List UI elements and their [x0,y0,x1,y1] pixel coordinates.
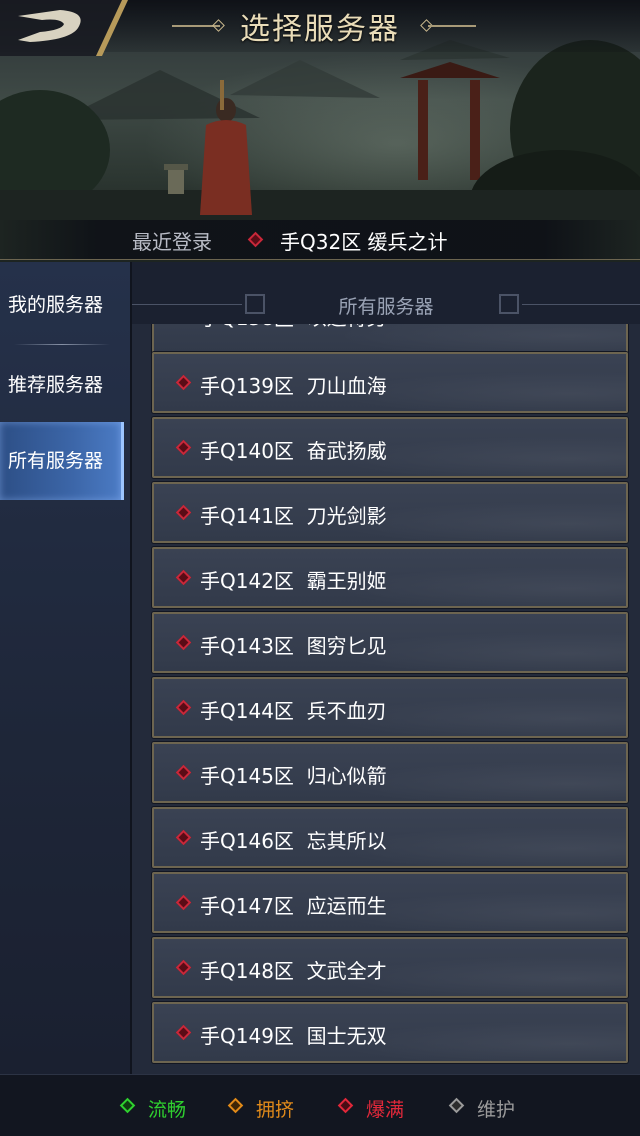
recent-login-bar[interactable]: 最近登录 手Q32区 缓兵之计 [0,220,640,260]
legend-item-crowded: 拥挤 [227,1095,295,1122]
server-row[interactable]: 手Q148区 文武全才 [152,937,628,998]
legend-diamond-icon [227,1097,244,1114]
server-row[interactable]: 手Q140区 奋武扬威 [152,417,628,478]
legend-label: 拥挤 [256,1099,295,1121]
server-row[interactable]: 手Q146区 忘其所以 [152,807,628,868]
sidebar-item-recommended-servers[interactable]: 推荐服务器 [0,346,124,424]
status-legend-bar: 流畅 拥挤 爆满 维护 [0,1074,640,1136]
status-diamond-icon [175,894,192,911]
status-diamond-icon [175,634,192,651]
server-label: 手Q141区 刀光剑影 [200,504,387,528]
server-list-panel[interactable]: 手Q138区 以逸待劳 所有服务器 手Q139区 刀山血海 手Q140区 奋武扬… [132,262,640,1074]
legend-diamond-icon [337,1097,354,1114]
server-row[interactable]: 手Q149区 国士无双 [152,1002,628,1063]
status-diamond-icon [247,231,264,248]
server-label: 手Q140区 奋武扬威 [200,439,387,463]
sidebar: 我的服务器 推荐服务器 所有服务器 [0,262,132,1074]
legend-diamond-icon [448,1097,465,1114]
sidebar-divider [14,344,110,345]
server-row[interactable]: 手Q143区 图穷匕见 [152,612,628,673]
legend-item-full: 爆满 [337,1095,405,1122]
status-diamond-icon [175,1024,192,1041]
server-label: 手Q148区 文武全才 [200,959,387,983]
status-diamond-icon [175,829,192,846]
legend-label: 爆满 [366,1099,405,1121]
status-diamond-icon [175,959,192,976]
server-label: 手Q142区 霸王别姬 [200,569,387,593]
server-label: 手Q144区 兵不血刃 [200,699,387,723]
status-diamond-icon [175,374,192,391]
server-label: 手Q139区 刀山血海 [200,374,387,398]
server-row[interactable]: 手Q145区 归心似箭 [152,742,628,803]
status-diamond-icon [175,569,192,586]
server-label: 手Q147区 应运而生 [200,894,387,918]
status-diamond-icon [175,764,192,781]
legend-label: 流畅 [148,1099,187,1121]
server-label: 手Q143区 图穷匕见 [200,634,387,658]
server-row[interactable]: 手Q139区 刀山血海 [152,352,628,413]
server-label: 手Q146区 忘其所以 [200,829,387,853]
server-list-title: 所有服务器 [338,296,434,318]
legend-diamond-icon [119,1097,136,1114]
server-row[interactable]: 手Q147区 应运而生 [152,872,628,933]
sidebar-item-all-servers[interactable]: 所有服务器 [0,422,124,500]
server-row[interactable]: 手Q141区 刀光剑影 [152,482,628,543]
server-label: 手Q149区 国士无双 [200,1024,387,1048]
sidebar-item-my-servers[interactable]: 我的服务器 [0,266,124,344]
recent-login-label: 最近登录 [132,230,212,254]
status-diamond-icon [175,699,192,716]
recent-server-name: 手Q32区 缓兵之计 [280,230,448,254]
sidebar-item-label: 我的服务器 [8,294,104,316]
legend-item-smooth: 流畅 [119,1095,187,1122]
server-row[interactable]: 手Q142区 霸王别姬 [152,547,628,608]
page-title: 选择服务器 [240,12,400,47]
status-diamond-icon [175,439,192,456]
status-diamond-icon [175,504,192,521]
title-ornament-right [428,25,476,27]
server-label: 手Q145区 归心似箭 [200,764,387,788]
legend-label: 维护 [477,1099,516,1121]
sidebar-item-label: 所有服务器 [8,450,104,472]
header-banner: 选择服务器 最近登录 手Q32区 缓兵之计 [0,0,640,262]
server-row[interactable]: 手Q144区 兵不血刃 [152,677,628,738]
sidebar-item-label: 推荐服务器 [8,374,104,396]
legend-item-maintenance: 维护 [448,1095,516,1122]
